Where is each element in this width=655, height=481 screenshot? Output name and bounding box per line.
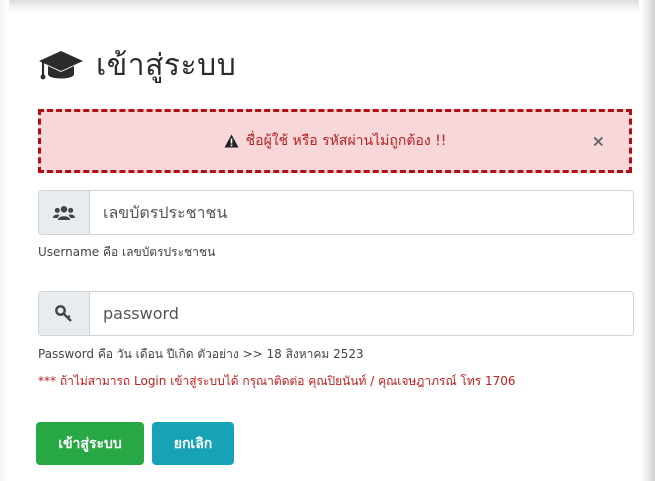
alert-message-group: ชื่อผู้ใช้ หรือ รหัสผ่านไม่ถูกต้อง !!: [224, 130, 447, 152]
window-right-shadow: [639, 0, 655, 481]
username-help: Username คือ เลขบัตรประชาชน: [38, 245, 216, 259]
cancel-button[interactable]: ยกเลิก: [152, 422, 234, 465]
users-icon: [53, 205, 75, 220]
password-input[interactable]: [90, 292, 633, 335]
contact-warning: *** ถ้าไม่สามารถ Login เข้าสู่ระบบได้ กร…: [38, 374, 516, 388]
username-group: [38, 190, 634, 235]
key-icon: [55, 304, 72, 322]
password-group: [38, 291, 634, 336]
alert-message: ชื่อผู้ใช้ หรือ รหัสผ่านไม่ถูกต้อง !!: [245, 133, 447, 149]
graduation-cap-icon: [39, 50, 83, 79]
password-help: Password คือ วัน เดือน ปีเกิด ตัวอย่าง >…: [38, 347, 364, 361]
error-alert: ชื่อผู้ใช้ หรือ รหัสผ่านไม่ถูกต้อง !! ×: [38, 109, 632, 173]
password-addon: [39, 292, 90, 335]
page-title: เข้าสู่ระบบ: [38, 42, 236, 89]
login-button[interactable]: เข้าสู่ระบบ: [36, 422, 144, 465]
username-addon: [39, 191, 90, 234]
warning-triangle-icon: [224, 134, 239, 148]
window-left-shadow: [0, 0, 9, 481]
alert-close-button[interactable]: ×: [592, 132, 605, 151]
window-top-shadow: [0, 0, 655, 14]
page-title-text: เข้าสู่ระบบ: [96, 48, 237, 83]
username-input[interactable]: [90, 191, 633, 234]
